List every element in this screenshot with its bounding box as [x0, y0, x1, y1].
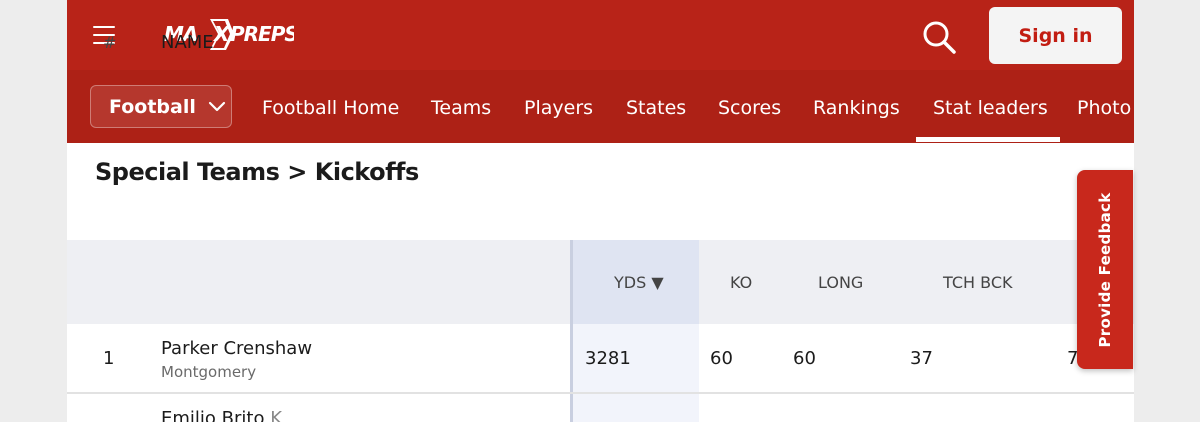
page-title: Special Teams > Kickoffs [95, 158, 419, 186]
row1-tch-bck: 37 [910, 348, 933, 369]
row1-school[interactable]: Montgomery [161, 363, 256, 381]
sport-select[interactable]: Football [90, 85, 232, 128]
page: MA X PREPS Sign in Football Football Hom… [67, 0, 1134, 422]
row1-rank: 1 [103, 348, 115, 369]
svg-text:PREPS: PREPS [230, 22, 294, 46]
search-icon[interactable] [919, 17, 959, 57]
nav-photos[interactable]: Photo [1077, 97, 1131, 119]
row1-yds: 3281 [585, 348, 631, 369]
nav-stat-leaders[interactable]: Stat leaders [933, 97, 1048, 119]
row1-ko: 60 [710, 348, 733, 369]
feedback-label: Provide Feedback [1096, 192, 1114, 347]
row1-player-name[interactable]: Parker Crenshaw [161, 338, 312, 359]
col-header-ko[interactable]: KO [730, 273, 752, 292]
col-header-rank: # [103, 33, 117, 52]
row-divider [67, 392, 1134, 394]
col-header-name[interactable]: NAME [161, 32, 214, 53]
col-header-yds-label: YDS [614, 273, 647, 292]
svg-text:X: X [212, 22, 231, 46]
col-header-tch-bck[interactable]: TCH BCK [943, 273, 1012, 292]
nav-rankings[interactable]: Rankings [813, 97, 900, 119]
top-header: MA X PREPS Sign in [67, 0, 1134, 70]
row2-player-name[interactable]: Emilio Brito K [161, 408, 282, 422]
row2-position: K [270, 408, 283, 422]
row2-name-text: Emilio Brito [161, 408, 265, 422]
nav-teams[interactable]: Teams [431, 97, 491, 119]
nav-players[interactable]: Players [524, 97, 593, 119]
nav-states[interactable]: States [626, 97, 686, 119]
col-header-long[interactable]: LONG [818, 273, 863, 292]
column-divider [570, 240, 573, 422]
col-header-yds[interactable]: YDS ▼ [614, 273, 664, 292]
nav-football-home[interactable]: Football Home [262, 97, 399, 119]
sport-subnav: Football Football Home Teams Players Sta… [67, 70, 1134, 143]
active-tab-indicator [916, 137, 1060, 142]
nav-scores[interactable]: Scores [718, 97, 781, 119]
chevron-down-icon [208, 101, 225, 111]
sort-desc-icon: ▼ [651, 273, 664, 292]
sport-select-label: Football [109, 95, 196, 118]
provide-feedback-button[interactable]: Provide Feedback [1077, 170, 1133, 369]
sign-in-button[interactable]: Sign in [989, 7, 1122, 64]
row1-long: 60 [793, 348, 816, 369]
